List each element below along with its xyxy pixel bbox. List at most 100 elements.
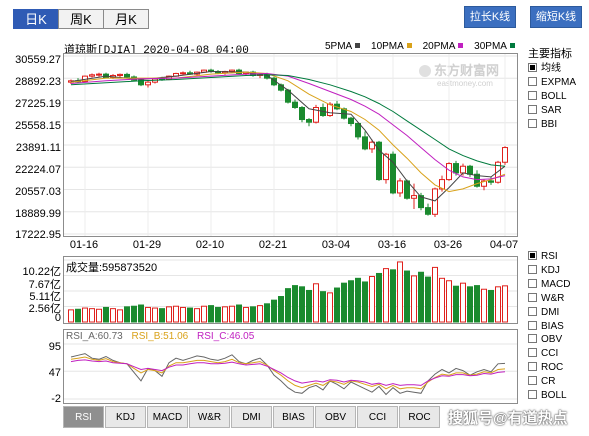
checkbox-checked-icon[interactable] (528, 251, 537, 260)
ma-legend-10: 10PMA (371, 41, 420, 52)
volume-bar (474, 285, 480, 323)
candle-body (502, 147, 508, 163)
indicator-sar[interactable]: SAR (528, 104, 576, 118)
volume-chart-panel[interactable]: 成交量:595873520 (63, 256, 518, 324)
bottom-tab-macd[interactable]: MACD (147, 406, 188, 428)
price-y-tick: 28892.23 (15, 76, 61, 88)
checkbox-icon[interactable] (528, 105, 537, 114)
bottom-tab-bias[interactable]: BIAS (273, 406, 314, 428)
volume-bar (138, 304, 144, 323)
volume-bar (446, 280, 452, 323)
rsi-chart-panel[interactable]: RSI_A:60.73 RSI_B:51.06 RSI_C:46.05 (63, 329, 518, 404)
sub-indicator-bias[interactable]: BIAS (528, 320, 570, 334)
checkbox-icon[interactable] (528, 334, 537, 344)
candle-body (292, 101, 298, 109)
volume-bar (425, 276, 431, 323)
price-y-tick: 20557.03 (15, 186, 61, 198)
volume-bar (68, 309, 74, 323)
volume-bar (341, 282, 347, 323)
sub-indicator-wr[interactable]: W&R (528, 292, 570, 306)
x-tick-label: 02-10 (195, 239, 225, 251)
checkbox-icon[interactable] (528, 91, 537, 100)
price-chart-svg (64, 54, 517, 236)
volume-bar (257, 305, 263, 323)
candle-body (299, 107, 305, 121)
ma-legend-20: 20PMA (423, 41, 472, 52)
tab-weekly-k[interactable]: 周K (58, 9, 104, 29)
stretch-kline-button[interactable]: 拉长K线 (464, 6, 516, 28)
indicator-bbi[interactable]: BBI (528, 118, 576, 132)
checkbox-icon[interactable] (528, 264, 537, 274)
checkbox-icon[interactable] (528, 77, 537, 86)
sub-indicator-obv[interactable]: OBV (528, 333, 570, 347)
candle (467, 164, 473, 177)
checkbox-icon[interactable] (528, 320, 537, 330)
volume-bar (306, 289, 312, 323)
sub-indicator-kdj[interactable]: KDJ (528, 264, 570, 278)
bottom-tab-wr[interactable]: W&R (189, 406, 230, 428)
volume-bar (488, 289, 494, 323)
candle (390, 151, 396, 195)
candle (460, 163, 466, 176)
candle-body (145, 81, 151, 86)
candle (397, 178, 403, 197)
bottom-tab-rsi[interactable]: RSI (63, 406, 104, 428)
volume-bar (236, 304, 242, 323)
candle (278, 83, 284, 92)
rsi-line-a (70, 353, 506, 396)
sub-indicator-dmi[interactable]: DMI (528, 306, 570, 320)
checkbox-icon[interactable] (528, 306, 537, 316)
checkbox-icon[interactable] (528, 390, 537, 400)
volume-bar (243, 306, 249, 323)
sub-indicator-cr[interactable]: CR (528, 375, 570, 389)
sub-indicator-rsi[interactable]: RSI (528, 250, 570, 264)
volume-bar (152, 307, 158, 323)
volume-bar (383, 268, 389, 323)
checkbox-icon[interactable] (528, 362, 537, 372)
rsi-chart-svg (64, 343, 517, 400)
volume-bar (502, 285, 508, 323)
indicator-boll[interactable]: BOLL (528, 90, 576, 104)
checkbox-icon[interactable] (528, 278, 537, 288)
x-tick-label: 01-16 (69, 239, 99, 251)
volume-bar (467, 286, 473, 323)
indicator-ma[interactable]: 均线 (528, 62, 576, 76)
volume-bar (75, 308, 81, 323)
x-tick-label: 04-07 (489, 239, 519, 251)
tab-monthly-k[interactable]: 月K (103, 9, 149, 29)
checkbox-icon[interactable] (528, 119, 537, 128)
volume-bar (159, 308, 165, 323)
bottom-tab-kdj[interactable]: KDJ (105, 406, 146, 428)
volume-bar (334, 287, 340, 323)
rsi-y-tick: -2 (51, 393, 61, 405)
bottom-tab-obv[interactable]: OBV (315, 406, 356, 428)
volume-bar (495, 286, 501, 323)
candle-body (460, 165, 466, 174)
sub-indicator-cci[interactable]: CCI (528, 347, 570, 361)
checkbox-icon[interactable] (528, 292, 537, 302)
bottom-tab-roc[interactable]: ROC (399, 406, 440, 428)
volume-bar (432, 266, 438, 323)
bottom-tab-dmi[interactable]: DMI (231, 406, 272, 428)
volume-bar (264, 303, 270, 323)
checkbox-checked-icon[interactable] (528, 63, 537, 72)
volume-bar (411, 275, 417, 323)
volume-bar (194, 308, 200, 323)
checkbox-icon[interactable] (528, 376, 537, 386)
ma20-swatch-icon (458, 43, 464, 48)
sub-indicator-roc[interactable]: ROC (528, 361, 570, 375)
checkbox-icon[interactable] (528, 348, 537, 358)
bottom-tab-cci[interactable]: CCI (357, 406, 398, 428)
volume-bar (187, 307, 193, 323)
indicator-expma[interactable]: EXPMA (528, 76, 576, 90)
volume-chart-svg (64, 259, 517, 323)
sub-indicator-boll[interactable]: BOLL (528, 389, 570, 403)
tab-daily-k[interactable]: 日K (13, 9, 59, 29)
shrink-kline-button[interactable]: 缩短K线 (530, 6, 582, 28)
volume-bar (201, 305, 207, 323)
sub-indicator-macd[interactable]: MACD (528, 278, 570, 292)
price-chart-panel[interactable]: 东方财富网 eastmoney.com (63, 53, 518, 237)
volume-bar (299, 286, 305, 323)
x-tick-label: 03-16 (377, 239, 407, 251)
volume-bar (397, 261, 403, 323)
